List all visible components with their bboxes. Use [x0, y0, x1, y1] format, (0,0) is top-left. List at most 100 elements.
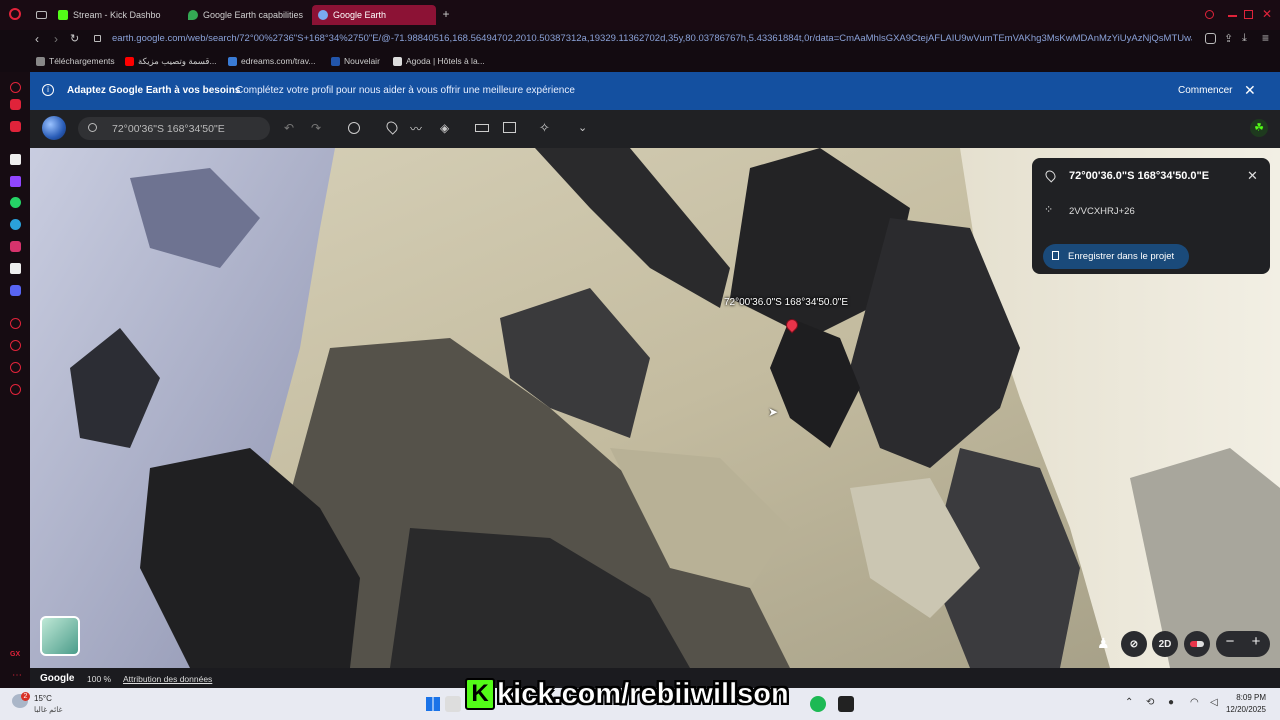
compass-icon — [1190, 641, 1204, 647]
discord-icon[interactable] — [10, 285, 21, 296]
twitch-icon[interactable] — [10, 176, 21, 187]
volume-icon[interactable]: ◁ — [1210, 697, 1218, 708]
kick-favicon-icon — [58, 10, 68, 20]
more-icon[interactable]: ⋯ — [12, 670, 22, 681]
bookmark-label: قسمة وتصيب مزيكة... — [138, 55, 217, 66]
zoom-out-button[interactable]: − — [1222, 633, 1238, 650]
plus-code: 2VVCXHRJ+26 — [1069, 206, 1135, 217]
earth-globe-icon[interactable] — [42, 116, 66, 140]
weather-desc: غائم غالبا — [34, 705, 63, 714]
search-icon — [88, 123, 97, 132]
tab-kick-dashboard[interactable]: Stream - Kick Dashbo — [58, 5, 173, 25]
layers-icon[interactable]: ◈ — [440, 121, 449, 135]
tray-chevron-icon[interactable]: ⌃ — [1125, 697, 1133, 708]
marker-label: 72°00'36.0"S 168°34'50.0"E — [724, 297, 849, 308]
card-coords: 72°00'36.0"S 168°34'50.0"E — [1069, 170, 1210, 182]
screenshot-icon[interactable] — [503, 122, 516, 133]
bookmark-label: Téléchargements — [49, 56, 115, 66]
windows-start-icon[interactable] — [426, 697, 440, 711]
kick-sidebar-icon[interactable] — [10, 154, 21, 165]
map-style-thumbnail[interactable] — [40, 616, 80, 656]
search-tabs-icon[interactable] — [1205, 10, 1214, 19]
agoda-icon — [393, 56, 402, 66]
tab-label: Stream - Kick Dashbo — [73, 10, 161, 20]
bookmarks-sidebar-icon[interactable] — [10, 362, 21, 373]
plus-code-icon: ⁘ — [1044, 204, 1054, 216]
bookmark-edreams[interactable]: edreams.com/trav... — [228, 55, 315, 67]
whatsapp-icon[interactable] — [10, 197, 21, 208]
bookmark-label: Nouvelair — [344, 56, 380, 66]
messenger-icon[interactable] — [10, 99, 21, 110]
tilt-toggle-button[interactable]: ⊘ — [1121, 631, 1147, 657]
tab-google-earth[interactable]: Google Earth — [312, 5, 436, 25]
banner-title: Adaptez Google Earth à vos besoins — [67, 85, 241, 96]
chevron-down-icon[interactable]: ⌄ — [578, 121, 587, 134]
gx-icon[interactable]: GX — [10, 651, 20, 658]
google-logo: Google — [40, 673, 75, 684]
back-icon[interactable]: ‹ — [35, 32, 39, 46]
extensions-icon[interactable] — [1205, 33, 1216, 44]
zoom-in-button[interactable]: + — [1248, 633, 1264, 650]
spotify-icon[interactable] — [810, 696, 826, 712]
edreams-icon — [228, 56, 237, 66]
telegram-icon[interactable] — [10, 219, 21, 230]
reload-icon[interactable]: ↻ — [70, 32, 79, 45]
undo-icon[interactable]: ↶ — [284, 121, 294, 135]
card-close-icon[interactable]: ✕ — [1247, 168, 1258, 184]
forward-icon[interactable]: › — [54, 32, 58, 46]
tab-overview-icon[interactable] — [36, 11, 47, 19]
view-mode-button[interactable]: 2D — [1152, 631, 1178, 657]
chat-icon[interactable] — [10, 121, 21, 132]
bookmark-downloads[interactable]: Téléchargements — [36, 55, 115, 67]
download-icon — [36, 56, 45, 66]
pegman-icon[interactable]: ♟ — [1097, 635, 1110, 652]
close-window-icon[interactable]: ✕ — [1262, 7, 1274, 21]
new-tab-button[interactable]: + — [440, 7, 452, 21]
url-field[interactable]: earth.google.com/web/search/72°00%2736"S… — [112, 33, 1192, 47]
kick-stream-overlay: K kick.com/rebiiwillson — [465, 677, 789, 710]
kick-url-text: kick.com/rebiiwillson — [497, 677, 789, 710]
clock-time[interactable]: 8:09 PM — [1228, 693, 1266, 702]
sync-icon[interactable]: ⟲ — [1146, 697, 1154, 708]
download-icon[interactable]: ⤓ — [1242, 32, 1247, 45]
clock-date[interactable]: 12/20/2025 — [1222, 705, 1266, 714]
measure-icon[interactable] — [475, 124, 489, 132]
settings-icon[interactable] — [10, 384, 21, 395]
history-view-icon[interactable] — [348, 122, 360, 134]
cursor-icon: ➤ — [768, 405, 779, 419]
maximize-icon[interactable] — [1244, 10, 1253, 19]
instagram-icon[interactable] — [10, 241, 21, 252]
bookmark-icon — [1052, 251, 1059, 260]
banner-start-button[interactable]: Commencer — [1178, 85, 1232, 96]
menu-icon[interactable]: ≡ — [1262, 31, 1269, 45]
aria-icon[interactable] — [10, 82, 21, 93]
wifi-icon[interactable]: ◠ — [1190, 697, 1199, 708]
opera-logo-icon[interactable] — [9, 8, 21, 20]
tiktok-icon[interactable] — [10, 263, 21, 274]
path-icon[interactable]: 〰 — [410, 120, 422, 137]
nouvelair-icon — [331, 56, 340, 66]
bookmark-agoda[interactable]: Agoda | Hôtels à la... — [393, 55, 485, 67]
bookmark-youtube[interactable]: قسمة وتصيب مزيكة... — [125, 55, 217, 67]
account-avatar[interactable]: ☘ — [1250, 119, 1268, 137]
satellite-icon[interactable]: ✧ — [539, 120, 550, 136]
pc-app-icon[interactable] — [838, 696, 854, 712]
redo-icon[interactable]: ↷ — [311, 121, 321, 135]
banner-text: Complétez votre profil pour nous aider à… — [236, 85, 575, 96]
bookmark-label: Agoda | Hôtels à la... — [406, 56, 485, 66]
microphone-icon[interactable]: ● — [1168, 697, 1174, 708]
player-icon[interactable] — [10, 318, 21, 329]
lock-icon — [94, 35, 101, 42]
banner-close-icon[interactable]: ✕ — [1244, 82, 1256, 99]
minimize-icon[interactable] — [1228, 15, 1237, 17]
bookmark-nouvelair[interactable]: Nouvelair — [331, 55, 380, 67]
share-icon[interactable]: ⇪ — [1224, 32, 1233, 45]
taskbar-app-icon[interactable] — [445, 696, 461, 712]
map-pin-favicon-icon — [188, 10, 198, 20]
data-attribution-link[interactable]: Attribution des données — [123, 674, 212, 684]
compass-button[interactable] — [1184, 631, 1210, 657]
search-value: 72°00'36"S 168°34'50"E — [112, 123, 225, 135]
bookmark-label: edreams.com/trav... — [241, 56, 316, 66]
history-icon[interactable] — [10, 340, 21, 351]
tab-earth-capabilities[interactable]: Google Earth capabilities — [188, 5, 306, 25]
